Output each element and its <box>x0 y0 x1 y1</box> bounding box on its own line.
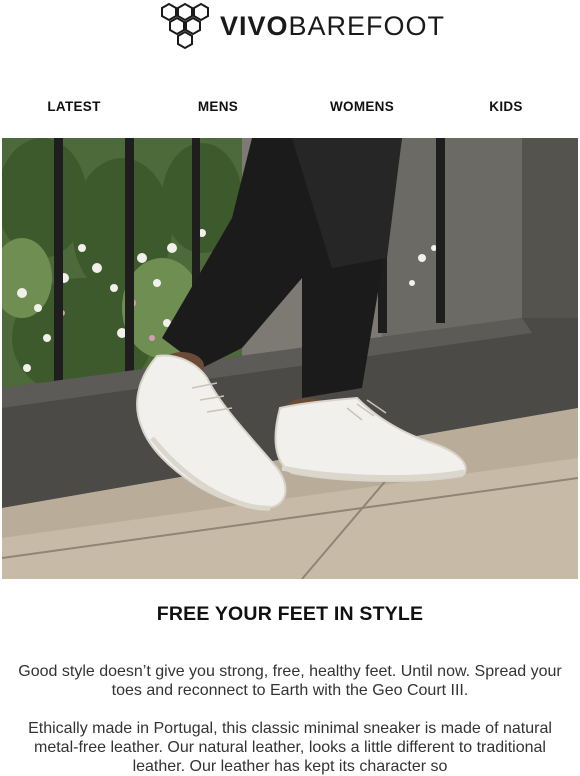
hero-photo-icon <box>2 138 578 579</box>
brand-wordmark: VIVOBAREFOOT <box>220 10 446 41</box>
hero-image[interactable] <box>2 138 578 579</box>
body-paragraph-2: Ethically made in Portugal, this classic… <box>28 720 552 775</box>
nav-item-mens[interactable]: MENS <box>198 99 238 114</box>
nav-item-kids[interactable]: KIDS <box>489 99 522 114</box>
email-header: VIVOBAREFOOT LATEST MENS WOMENS KIDS <box>0 0 580 138</box>
brand-name-light: BAREFOOT <box>288 10 446 41</box>
brand-name-bold: VIVO <box>220 10 289 41</box>
main-nav: LATEST MENS WOMENS KIDS <box>0 99 580 117</box>
hexagon-logo-icon <box>161 2 209 50</box>
body-paragraph-1: Good style doesn’t give you strong, free… <box>18 663 562 699</box>
nav-item-womens[interactable]: WOMENS <box>330 99 394 114</box>
headline: FREE YOUR FEET IN STYLE <box>156 603 424 625</box>
nav-item-latest[interactable]: LATEST <box>47 99 100 114</box>
vivobarefoot-logo[interactable]: VIVOBAREFOOT <box>160 2 445 50</box>
